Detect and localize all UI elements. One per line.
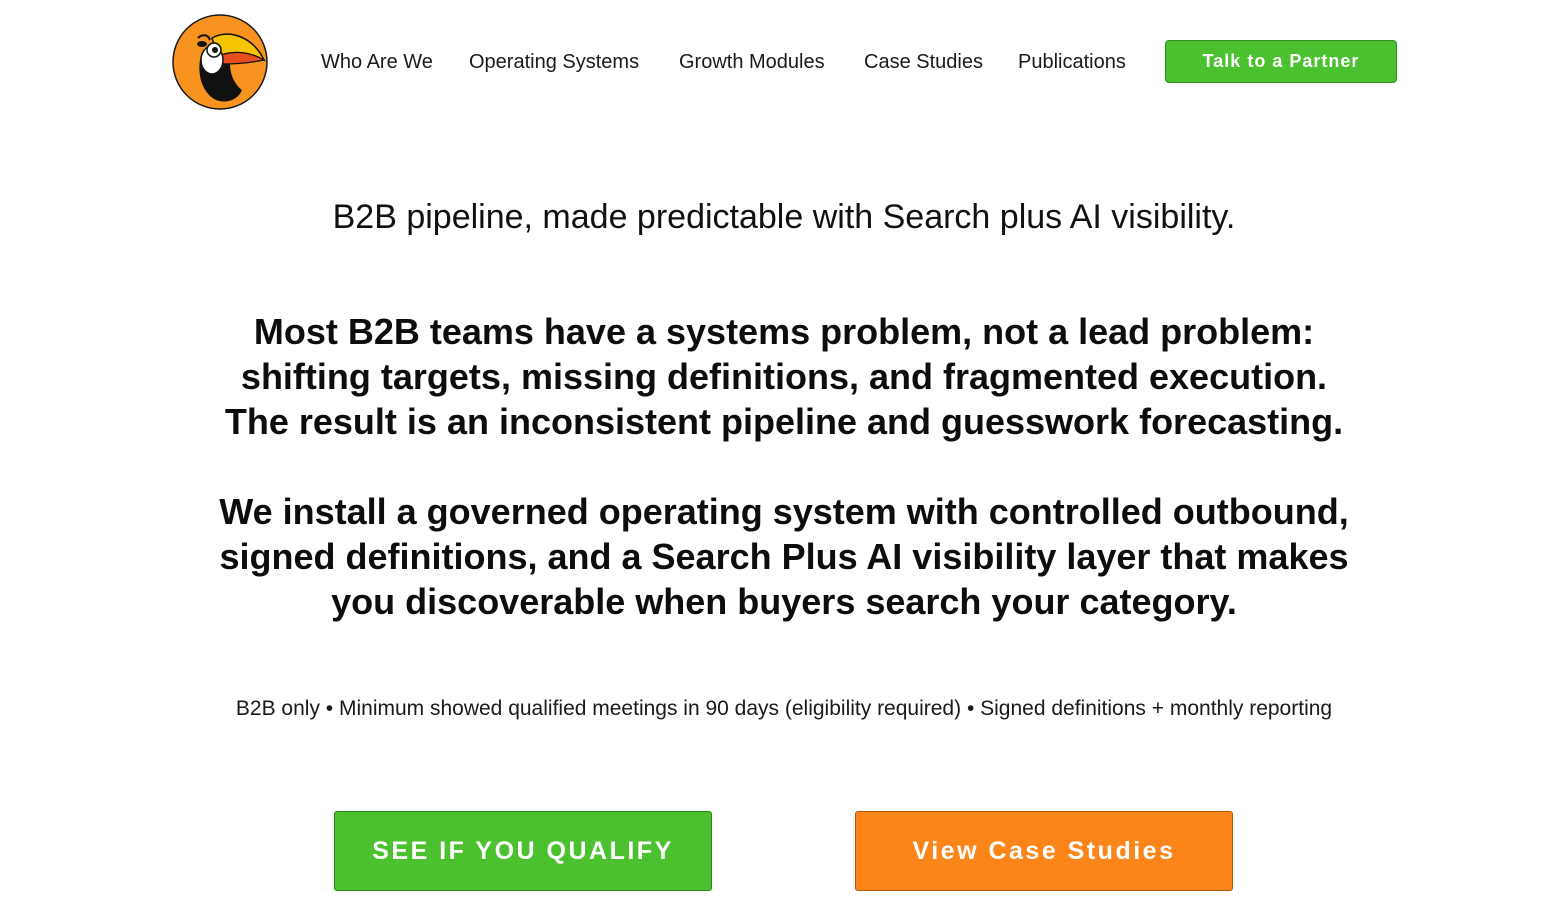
nav-publications[interactable]: Publications <box>1018 50 1126 74</box>
nav-case-studies[interactable]: Case Studies <box>864 50 983 74</box>
talk-to-partner-button[interactable]: Talk to a Partner <box>1165 40 1397 83</box>
nav-who-are-we[interactable]: Who Are We <box>321 50 433 74</box>
problem-line: The result is an inconsistent pipeline a… <box>224 401 1344 442</box>
nav-growth-modules[interactable]: Growth Modules <box>679 50 825 74</box>
proof-points: B2B only • Minimum showed qualified meet… <box>235 697 1333 720</box>
solution-line: signed definitions, and a Search Plus AI… <box>219 536 1349 577</box>
problem-line: Most B2B teams have a systems problem, n… <box>253 311 1315 352</box>
toucan-logo[interactable] <box>172 14 268 110</box>
solution-line: you discoverable when buyers search your… <box>331 581 1237 622</box>
hero-tagline: B2B pipeline, made predictable with Sear… <box>332 198 1236 236</box>
landing-page: Who Are We Operating Systems Growth Modu… <box>0 0 1550 897</box>
solution-line: We install a governed operating system w… <box>219 491 1349 532</box>
problem-statement: Most B2B teams have a systems problem, n… <box>150 309 1418 444</box>
problem-line: shifting targets, missing definitions, a… <box>240 356 1328 397</box>
view-case-studies-button[interactable]: View Case Studies <box>855 811 1233 891</box>
nav-operating-systems[interactable]: Operating Systems <box>469 50 639 74</box>
see-if-you-qualify-button[interactable]: SEE IF YOU QUALIFY <box>334 811 712 891</box>
solution-statement: We install a governed operating system w… <box>150 489 1418 624</box>
